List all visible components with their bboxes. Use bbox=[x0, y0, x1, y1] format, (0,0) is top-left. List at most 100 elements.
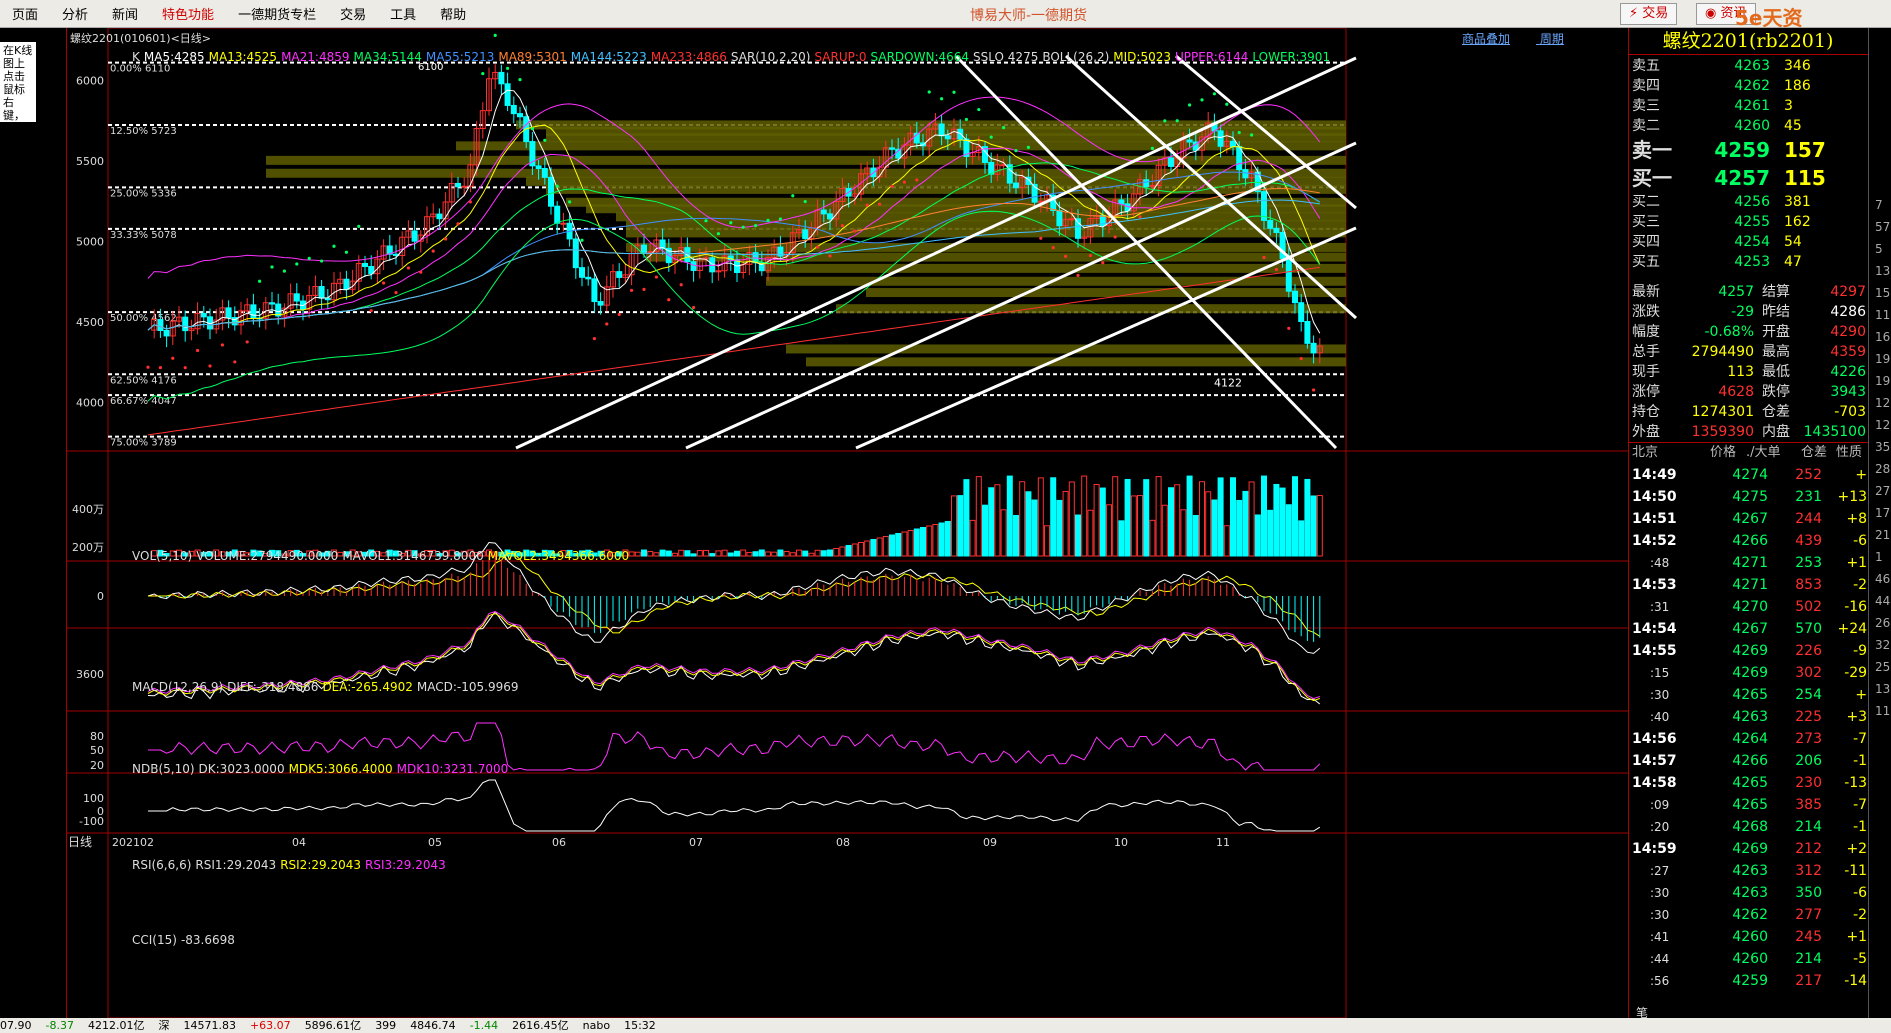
tick-row[interactable]: :404263225+30空开 bbox=[1632, 706, 1891, 728]
volume-bar bbox=[1242, 490, 1249, 557]
tick-row[interactable]: :564259217-147空平 bbox=[1632, 970, 1891, 992]
sar-dot bbox=[1312, 388, 1316, 392]
right-strip-value: 11 bbox=[1875, 308, 1891, 322]
stat-label: 最新 bbox=[1632, 284, 1660, 300]
tick-row[interactable]: 14:574266206-18空平 bbox=[1632, 750, 1891, 772]
bid-row[interactable]: 买三 4255 162 bbox=[1632, 212, 1868, 232]
bid-row[interactable]: 买一 4257 115 bbox=[1632, 168, 1868, 188]
ask-row[interactable]: 卖五 4263 346 bbox=[1632, 56, 1868, 76]
right-strip-value: 13 bbox=[1875, 682, 1891, 696]
right-strip-value: 19 bbox=[1875, 352, 1891, 366]
tick-row[interactable]: :154269302-292多平 bbox=[1632, 662, 1891, 684]
menu-yide-column[interactable]: 一德期货专栏 bbox=[226, 4, 328, 23]
tick-row[interactable]: :484271253+12多开 bbox=[1632, 552, 1891, 574]
bid-row[interactable]: 买四 4254 54 bbox=[1632, 232, 1868, 252]
candle-body bbox=[293, 293, 300, 302]
stat-value: 113 bbox=[1727, 364, 1754, 380]
fib-label: 0.00% 6110 bbox=[110, 64, 170, 75]
status-item: nabo bbox=[582, 1019, 611, 1032]
overlay-link[interactable]: 商品叠加 bbox=[1462, 32, 1510, 46]
tick-price: 4263 bbox=[1732, 709, 1768, 725]
fib-label: 62.50% 4176 bbox=[110, 375, 177, 386]
candle-body bbox=[250, 304, 257, 319]
volume-bar bbox=[696, 550, 703, 557]
bid-price: 4255 bbox=[1734, 214, 1770, 230]
tick-row[interactable]: :274263312-116空平 bbox=[1632, 860, 1891, 882]
tick-row[interactable]: 14:534271853-27空平 bbox=[1632, 574, 1891, 596]
tick-row[interactable]: 14:504275231+132多开 bbox=[1632, 486, 1891, 508]
menu-tools[interactable]: 工具 bbox=[378, 4, 428, 23]
legend-item: LOWER:3901 bbox=[1252, 50, 1331, 64]
tick-row[interactable]: :444260214-55多平 bbox=[1632, 948, 1891, 970]
volume-bar bbox=[796, 549, 802, 557]
menu-news[interactable]: 新闻 bbox=[100, 4, 150, 23]
tick-volume: 253 bbox=[1795, 555, 1822, 571]
sar-dot bbox=[617, 312, 621, 317]
tick-row[interactable]: 14:584265230-131多平 bbox=[1632, 772, 1891, 794]
sar-dot bbox=[332, 244, 336, 248]
stat-row: 总手 2794490 最高 4359 bbox=[1632, 342, 1868, 362]
menu-analysis[interactable]: 分析 bbox=[50, 4, 100, 23]
candle-body bbox=[541, 168, 548, 178]
sar-dot bbox=[977, 107, 981, 112]
sar-dot bbox=[307, 256, 311, 261]
sar-dot bbox=[258, 279, 262, 283]
tick-time: 14:54 bbox=[1632, 621, 1677, 637]
sar-dot bbox=[890, 184, 894, 188]
volume-bar bbox=[864, 540, 871, 557]
menu-help[interactable]: 帮助 bbox=[428, 4, 478, 23]
sar-dot bbox=[729, 221, 733, 225]
volume-bar bbox=[690, 553, 697, 557]
tick-row[interactable]: 14:544267570+240空开 bbox=[1632, 618, 1891, 640]
ask-row[interactable]: 卖二 4260 45 bbox=[1632, 116, 1868, 136]
candle-body bbox=[1217, 130, 1224, 147]
menu-page[interactable]: 页面 bbox=[0, 4, 50, 23]
menu-features[interactable]: 特色功能 bbox=[150, 4, 226, 23]
volume-bar bbox=[851, 543, 858, 557]
tick-row[interactable]: 14:554269226-98空平 bbox=[1632, 640, 1891, 662]
tick-time: 14:50 bbox=[1632, 489, 1677, 505]
sar-dot bbox=[1200, 98, 1204, 102]
tick-row[interactable]: :414260245+16空开 bbox=[1632, 926, 1891, 948]
volume-bar bbox=[1298, 520, 1305, 557]
legend-item: MA13:4525 bbox=[208, 50, 278, 64]
right-strip-value: 32 bbox=[1875, 638, 1891, 652]
ticks-col-time: 北京 bbox=[1632, 445, 1659, 460]
tick-row[interactable]: :314270502-160多平 bbox=[1632, 596, 1891, 618]
bid-price: 4257 bbox=[1714, 166, 1770, 190]
sar-dot bbox=[580, 238, 584, 242]
sar-dot bbox=[1026, 145, 1030, 149]
tick-row[interactable]: :204268214-15多平 bbox=[1632, 816, 1891, 838]
tick-row[interactable]: 14:594269212+29空开 bbox=[1632, 838, 1891, 860]
candle-body bbox=[889, 147, 895, 150]
candle-body bbox=[579, 267, 585, 278]
volume-bar bbox=[926, 525, 933, 557]
trade-button[interactable]: ⚡ 交易 bbox=[1620, 3, 1678, 25]
menu-trade[interactable]: 交易 bbox=[328, 4, 378, 23]
tick-row[interactable]: 14:514267244+80空开 bbox=[1632, 508, 1891, 530]
tick-row[interactable]: :094265385-75多平 bbox=[1632, 794, 1891, 816]
sar-dot bbox=[754, 224, 758, 228]
trade-button-label: 交易 bbox=[1642, 6, 1669, 21]
status-item: +63.07 bbox=[249, 1019, 291, 1032]
sar-dot bbox=[220, 343, 224, 347]
tick-row[interactable]: :304262277-29多平 bbox=[1632, 904, 1891, 926]
ask-row[interactable]: 卖四 4262 186 bbox=[1632, 76, 1868, 96]
ask-row[interactable]: 卖一 4259 157 bbox=[1632, 140, 1868, 160]
bid-row[interactable]: 买二 4256 381 bbox=[1632, 192, 1868, 212]
ask-row[interactable]: 卖三 4261 3 bbox=[1632, 96, 1868, 116]
tick-row[interactable]: :304263350-61多平 bbox=[1632, 882, 1891, 904]
y-tick-label: 20 bbox=[90, 759, 104, 772]
x-tick-label: 07 bbox=[689, 836, 703, 849]
bid-row[interactable]: 买五 4253 47 bbox=[1632, 252, 1868, 272]
tick-row[interactable]: 14:494274252+7多开 bbox=[1632, 464, 1891, 486]
legend-item: MA233:4866 bbox=[650, 50, 727, 64]
tick-row[interactable]: :304265254+5空开 bbox=[1632, 684, 1891, 706]
volume-bar bbox=[1031, 499, 1038, 557]
tick-row[interactable]: 14:564264273-76空平 bbox=[1632, 728, 1891, 750]
period-link[interactable]: 周期 bbox=[1540, 32, 1564, 46]
tick-row[interactable]: 14:524266439-63多平 bbox=[1632, 530, 1891, 552]
volume-bar bbox=[647, 550, 654, 557]
tick-price: 4268 bbox=[1732, 819, 1768, 835]
sar-dot bbox=[369, 309, 373, 313]
